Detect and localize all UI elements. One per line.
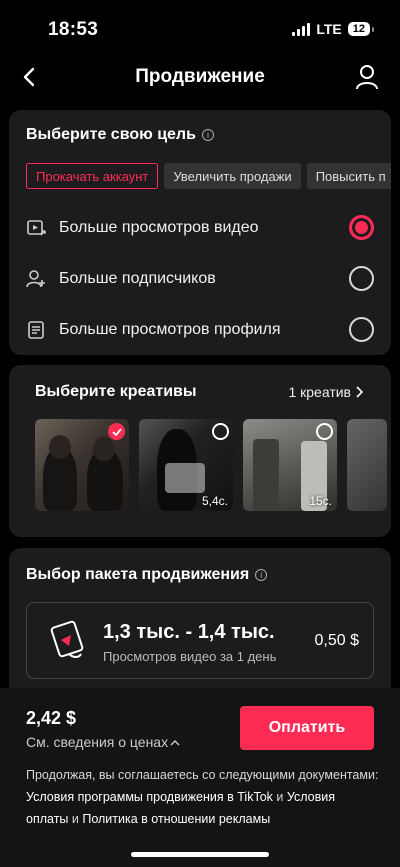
video-duration: 5,4с. bbox=[201, 494, 228, 508]
creative-thumbnail[interactable]: 15с. bbox=[243, 419, 337, 511]
network-label: LTE bbox=[316, 21, 342, 37]
profile-button[interactable] bbox=[352, 62, 382, 92]
package-subtitle: Просмотров видео за 1 день bbox=[103, 649, 277, 664]
creative-thumbnail[interactable] bbox=[347, 419, 387, 511]
page-title: Продвижение bbox=[135, 66, 265, 87]
creative-thumbnail[interactable] bbox=[35, 419, 129, 511]
add-follower-icon bbox=[26, 269, 46, 289]
radio-unselected[interactable] bbox=[349, 317, 374, 342]
radio-selected[interactable] bbox=[349, 215, 374, 240]
legal-text: Продолжая, вы соглашаетесь со следующими… bbox=[26, 764, 380, 830]
goal-card: Выберите свою цель i Прокачать аккаунт У… bbox=[9, 110, 391, 355]
chevron-up-icon bbox=[170, 739, 180, 745]
goal-option-label: Больше просмотров профиля bbox=[59, 320, 281, 338]
package-option[interactable]: 1,3 тыс. - 1,4 тыс. Просмотров видео за … bbox=[26, 602, 374, 679]
price-details-label: См. сведения о ценах bbox=[26, 734, 169, 750]
chip-grow-account[interactable]: Прокачать аккаунт bbox=[26, 163, 159, 189]
profile-document-icon bbox=[26, 320, 46, 340]
goal-chips: Прокачать аккаунт Увеличить продажи Повы… bbox=[26, 163, 391, 189]
creatives-title: Выберите креативы bbox=[35, 383, 197, 400]
person-icon bbox=[356, 65, 378, 90]
creative-thumbnails: 5,4с. 15с. bbox=[35, 419, 391, 511]
status-time: 18:53 bbox=[48, 19, 99, 40]
creatives-count-label: 1 креатив bbox=[288, 384, 351, 400]
home-indicator[interactable] bbox=[131, 852, 269, 857]
goal-option-label: Больше просмотров видео bbox=[59, 218, 259, 236]
selected-check-icon[interactable] bbox=[108, 423, 125, 440]
goal-title-text: Выберите свою цель bbox=[26, 126, 196, 143]
ad-policy-link[interactable]: Политика в отношении рекламы bbox=[82, 812, 270, 826]
legal-and: и bbox=[272, 790, 287, 804]
package-card: Выбор пакета продвижения i 1,3 тыс. - 1,… bbox=[9, 548, 391, 698]
package-views-range: 1,3 тыс. - 1,4 тыс. bbox=[103, 621, 275, 643]
nav-bar: Продвижение bbox=[0, 56, 400, 100]
checkout-footer: 2,42 $ См. сведения о ценах Оплатить Про… bbox=[0, 688, 400, 867]
status-indicators: LTE 12 bbox=[292, 21, 375, 37]
video-views-icon bbox=[26, 218, 46, 238]
chip-increase-sales[interactable]: Увеличить продажи bbox=[164, 163, 301, 189]
price-details-link[interactable]: См. сведения о ценах bbox=[26, 734, 180, 750]
info-icon[interactable]: i bbox=[201, 129, 214, 141]
goal-option-label: Больше подписчиков bbox=[59, 269, 216, 287]
package-title-text: Выбор пакета продвижения bbox=[26, 566, 250, 583]
unselected-check-icon[interactable] bbox=[212, 423, 229, 440]
goal-section-title: Выберите свою цель i bbox=[26, 126, 214, 144]
creatives-count-link[interactable]: 1 креатив bbox=[288, 384, 363, 400]
chevron-right-icon bbox=[356, 386, 363, 398]
info-icon[interactable]: i bbox=[255, 569, 268, 581]
goal-option-followers[interactable]: Больше подписчиков bbox=[9, 253, 391, 304]
radio-unselected[interactable] bbox=[349, 266, 374, 291]
pay-button[interactable]: Оплатить bbox=[240, 706, 374, 750]
unselected-check-icon[interactable] bbox=[316, 423, 333, 440]
video-boost-icon bbox=[50, 620, 84, 658]
package-price: 0,50 $ bbox=[314, 632, 359, 649]
package-section-title: Выбор пакета продвижения i bbox=[26, 566, 268, 584]
status-bar: 18:53 LTE 12 bbox=[0, 0, 400, 56]
creatives-card: Выберите креативы 1 креатив 5,4с. 15с. bbox=[9, 365, 391, 537]
video-duration: 15с. bbox=[309, 494, 332, 508]
total-price: 2,42 $ bbox=[26, 708, 77, 728]
signal-icon bbox=[292, 22, 311, 36]
legal-and: и bbox=[68, 812, 83, 826]
battery-icon: 12 bbox=[347, 22, 375, 36]
promotion-terms-link[interactable]: Условия программы продвижения в TikTok bbox=[26, 790, 273, 804]
goal-option-video-views[interactable]: Больше просмотров видео bbox=[9, 202, 391, 253]
goal-options: Больше просмотров видео Больше подписчик… bbox=[9, 202, 391, 355]
creative-thumbnail[interactable]: 5,4с. bbox=[139, 419, 233, 511]
legal-prefix: Продолжая, вы соглашаетесь со следующими… bbox=[26, 768, 379, 782]
chip-increase[interactable]: Повысить п bbox=[306, 163, 391, 189]
goal-option-profile-views[interactable]: Больше просмотров профиля bbox=[9, 304, 391, 355]
